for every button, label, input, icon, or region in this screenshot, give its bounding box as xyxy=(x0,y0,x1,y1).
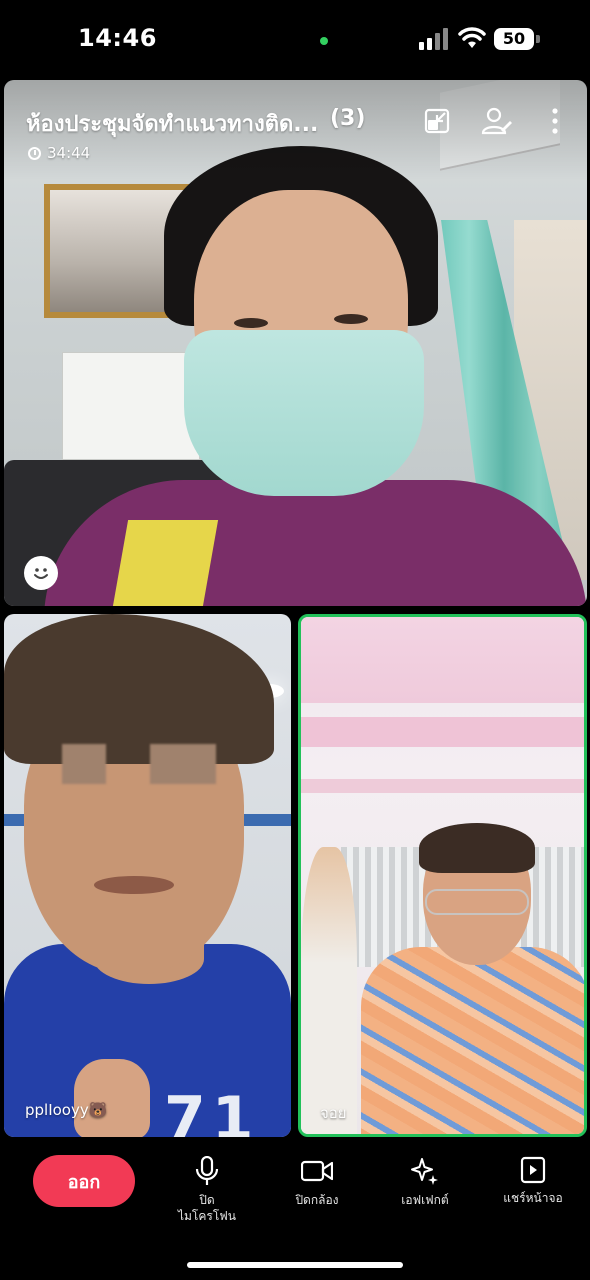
effects-label: เอฟเฟกต์ xyxy=(401,1193,449,1207)
video-tile-participant-2[interactable] xyxy=(298,614,587,1137)
share-screen-button[interactable]: แชร์หน้าจอ xyxy=(478,1156,588,1206)
participant-name: จอย xyxy=(320,1104,347,1122)
minimize-icon xyxy=(424,108,450,134)
camera-icon xyxy=(301,1160,333,1182)
duration-text: 34:44 xyxy=(47,144,91,162)
participant-name: pplIooyy🐻 xyxy=(25,1101,108,1119)
microphone-icon xyxy=(195,1156,219,1185)
status-time: 14:46 xyxy=(78,24,157,52)
effects-icon xyxy=(411,1158,438,1185)
battery-icon: 50 xyxy=(494,28,540,50)
home-indicator[interactable] xyxy=(187,1262,403,1268)
effects-button[interactable]: เอฟเฟกต์ xyxy=(370,1156,480,1208)
reaction-button[interactable] xyxy=(24,556,58,590)
meeting-title: ห้องประชุมจัดทำแนวทางติด... xyxy=(26,112,319,137)
blurred-eye xyxy=(150,744,216,784)
more-icon xyxy=(552,108,558,134)
microphone-label: ปิด ไมโครโฟน xyxy=(177,1193,236,1223)
camera-in-use-indicator xyxy=(320,37,328,45)
glasses xyxy=(425,889,529,915)
meeting-duration: 34:44 xyxy=(28,144,90,162)
minimize-button[interactable] xyxy=(420,104,454,138)
status-bar: 14:46 50 xyxy=(0,0,590,80)
share-screen-icon xyxy=(520,1156,546,1184)
clock-icon xyxy=(28,146,41,160)
more-options-button[interactable] xyxy=(538,104,572,138)
add-participant-button[interactable] xyxy=(480,104,514,138)
leave-button[interactable]: ออก xyxy=(33,1155,135,1207)
emoji-icon xyxy=(29,561,53,585)
video-tile-participant-1[interactable]: 71 xyxy=(4,614,291,1137)
wifi-icon xyxy=(458,27,486,48)
face-mask xyxy=(184,330,424,496)
toggle-camera-button[interactable]: ปิดกล้อง xyxy=(262,1156,372,1208)
participant-video-main xyxy=(44,146,587,606)
add-participant-icon xyxy=(481,107,512,135)
signal-icon xyxy=(419,28,448,50)
blurred-eye xyxy=(62,744,106,784)
toggle-microphone-button[interactable]: ปิด ไมโครโฟน xyxy=(152,1156,262,1224)
participant-count: (3) xyxy=(330,106,366,131)
share-screen-label: แชร์หน้าจอ xyxy=(503,1191,563,1205)
battery-level: 50 xyxy=(494,28,534,50)
camera-label: ปิดกล้อง xyxy=(295,1193,339,1207)
